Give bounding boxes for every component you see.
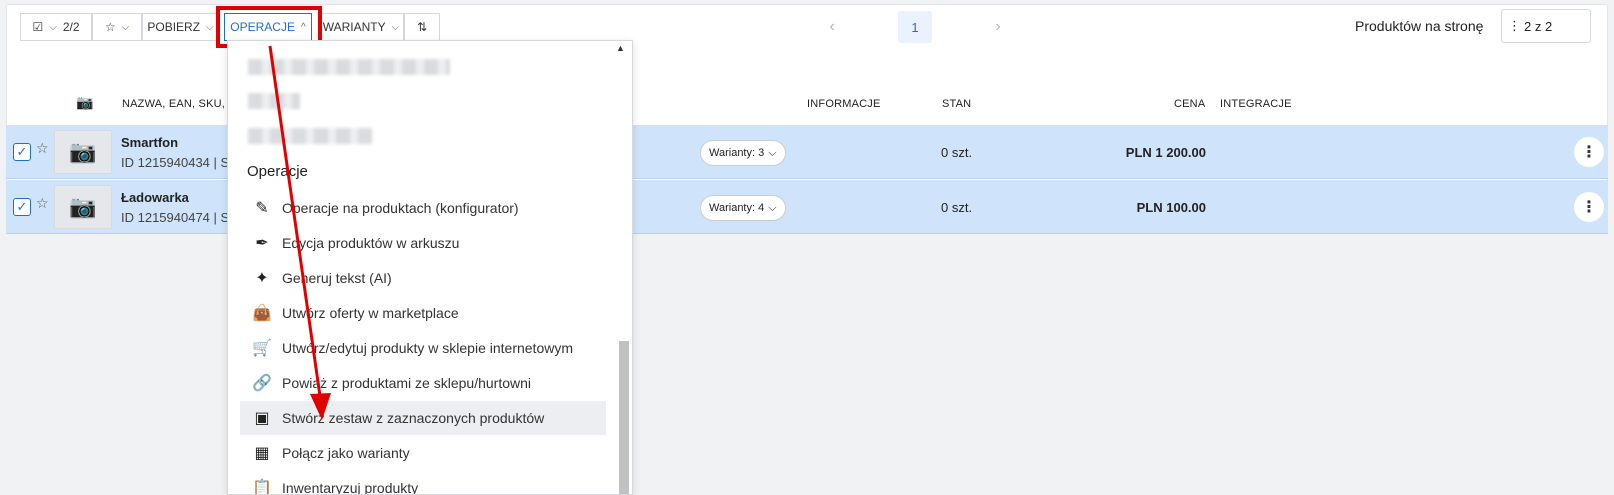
camera-icon: 📷: [76, 94, 94, 110]
camera-icon: 📷: [54, 185, 112, 229]
chevron-down-icon: ⌵: [391, 21, 400, 33]
scrollbar[interactable]: [619, 341, 629, 494]
sort-button[interactable]: ⇅: [404, 13, 440, 41]
menu-item-generate-ai[interactable]: ✦ Generuj tekst (AI): [240, 261, 606, 295]
per-page-value: 2 z 2: [1524, 18, 1553, 34]
sparkles-icon: ✦: [255, 270, 269, 287]
menu-item-sheet-edit[interactable]: ✒ Edycja produktów w arkuszu: [240, 226, 606, 260]
next-page-icon[interactable]: ›: [984, 13, 1012, 41]
variants-text: Warianty: 3: [709, 147, 765, 159]
bundle-icon: ▣: [254, 410, 270, 427]
chevron-down-icon: ⌵: [49, 21, 57, 33]
menu-item-label: Powiąż z produktami ze sklepu/hurtowni: [282, 375, 532, 391]
stock-value: 0 szt.: [941, 200, 973, 215]
menu-item-label: Połącz jako warianty: [282, 445, 410, 461]
product-id: ID 1215940474 | S: [121, 210, 230, 225]
current-page[interactable]: 1: [898, 11, 932, 43]
kebab-icon: ⋮: [1508, 18, 1521, 33]
product-name[interactable]: Ładowarka: [121, 190, 189, 205]
blurred-item[interactable]: [248, 59, 450, 75]
pen-icon: ✒: [255, 235, 269, 252]
menu-item-marketplace[interactable]: 👜 Utwórz oferty w marketplace: [240, 296, 606, 330]
prev-page-icon[interactable]: ‹: [818, 13, 846, 41]
star-icon: ☆: [104, 20, 116, 34]
cart-icon: 🛒: [252, 340, 272, 357]
camera-icon: 📷: [54, 130, 112, 174]
pencil-icon: ✎: [255, 200, 269, 217]
scroll-up-icon[interactable]: ▲: [616, 43, 625, 53]
menu-item-label: Utwórz/edytuj produkty w sklepie interne…: [282, 340, 574, 356]
per-page-label: Produktów na stronę: [1355, 18, 1484, 34]
price-value: PLN 1 200.00: [1125, 145, 1206, 160]
header-price[interactable]: CENA: [1174, 98, 1205, 110]
menu-item-label: Generuj tekst (AI): [282, 270, 392, 286]
menu-item-label: Stwórz zestaw z zaznaczonych produktów: [282, 410, 545, 426]
grid-icon: ▦: [254, 445, 270, 462]
chevron-down-icon: ⌵: [768, 201, 777, 214]
shopping-bag-icon: 👜: [252, 305, 272, 322]
clipboard-icon: 📋: [252, 480, 272, 495]
menu-item-create-bundle[interactable]: ▣ Stwórz zestaw z zaznaczonych produktów: [240, 401, 606, 435]
header-integrations[interactable]: INTEGRACJE: [1220, 98, 1292, 110]
variants-label: WARIANTY: [322, 20, 386, 34]
header-stock[interactable]: STAN: [942, 98, 971, 110]
download-button[interactable]: POBIERZ ⌵: [142, 13, 219, 41]
variants-text: Warianty: 4: [709, 202, 765, 214]
chevron-down-icon: ⌵: [206, 21, 214, 33]
chevron-down-icon: ⌵: [121, 21, 130, 33]
operations-dropdown: ▲ Operacje ✎ Operacje na produktach (kon…: [227, 40, 633, 495]
row-checkbox[interactable]: ✓: [13, 143, 31, 161]
menu-item-configurator[interactable]: ✎ Operacje na produktach (konfigurator): [240, 191, 606, 225]
price-value: PLN 100.00: [1136, 200, 1206, 215]
menu-item-label: Utwórz oferty w marketplace: [282, 305, 459, 321]
product-id: ID 1215940434 | S: [121, 155, 230, 170]
star-icon[interactable]: ☆: [36, 140, 49, 157]
header-name[interactable]: NAZWA, EAN, SKU, A: [122, 98, 235, 110]
select-count: 2/2: [62, 20, 80, 34]
variants-badge[interactable]: Warianty: 3 ⌵: [700, 140, 786, 166]
variants-badge[interactable]: Warianty: 4 ⌵: [700, 195, 786, 221]
variants-button[interactable]: WARIANTY ⌵: [318, 13, 404, 41]
select-all-button[interactable]: ☑ ⌵ 2/2: [20, 13, 92, 41]
per-page-select[interactable]: ⋮ 2 z 2: [1501, 9, 1591, 43]
chevron-down-icon: ⌵: [768, 146, 777, 159]
product-name[interactable]: Smartfon: [121, 135, 178, 150]
menu-item-label: Operacje na produktach (konfigurator): [282, 200, 519, 216]
download-label: POBIERZ: [147, 20, 201, 34]
row-checkbox[interactable]: ✓: [13, 198, 31, 216]
more-icon[interactable]: ⋮: [1574, 192, 1604, 222]
more-icon[interactable]: ⋮: [1574, 137, 1604, 167]
blurred-item[interactable]: [248, 93, 300, 109]
blurred-item[interactable]: [248, 128, 372, 144]
header-info[interactable]: INFORMACJE: [807, 98, 881, 110]
menu-item-inventory[interactable]: 📋 Inwentaryzuj produkty: [240, 471, 606, 495]
star-icon[interactable]: ☆: [36, 195, 49, 212]
checkbox-icon: ☑: [32, 20, 44, 34]
menu-item-merge-variants[interactable]: ▦ Połącz jako warianty: [240, 436, 606, 470]
sort-icon: ⇅: [416, 20, 428, 34]
section-title: Operacje: [247, 163, 308, 180]
link-icon: 🔗: [252, 375, 272, 392]
menu-item-link-products[interactable]: 🔗 Powiąż z produktami ze sklepu/hurtowni: [240, 366, 606, 400]
favorites-button[interactable]: ☆ ⌵: [92, 13, 142, 41]
stock-value: 0 szt.: [941, 145, 973, 160]
menu-item-label: Edycja produktów w arkuszu: [282, 235, 460, 251]
menu-item-webshop[interactable]: 🛒 Utwórz/edytuj produkty w sklepie inter…: [240, 331, 606, 365]
menu-item-label: Inwentaryzuj produkty: [282, 480, 419, 495]
